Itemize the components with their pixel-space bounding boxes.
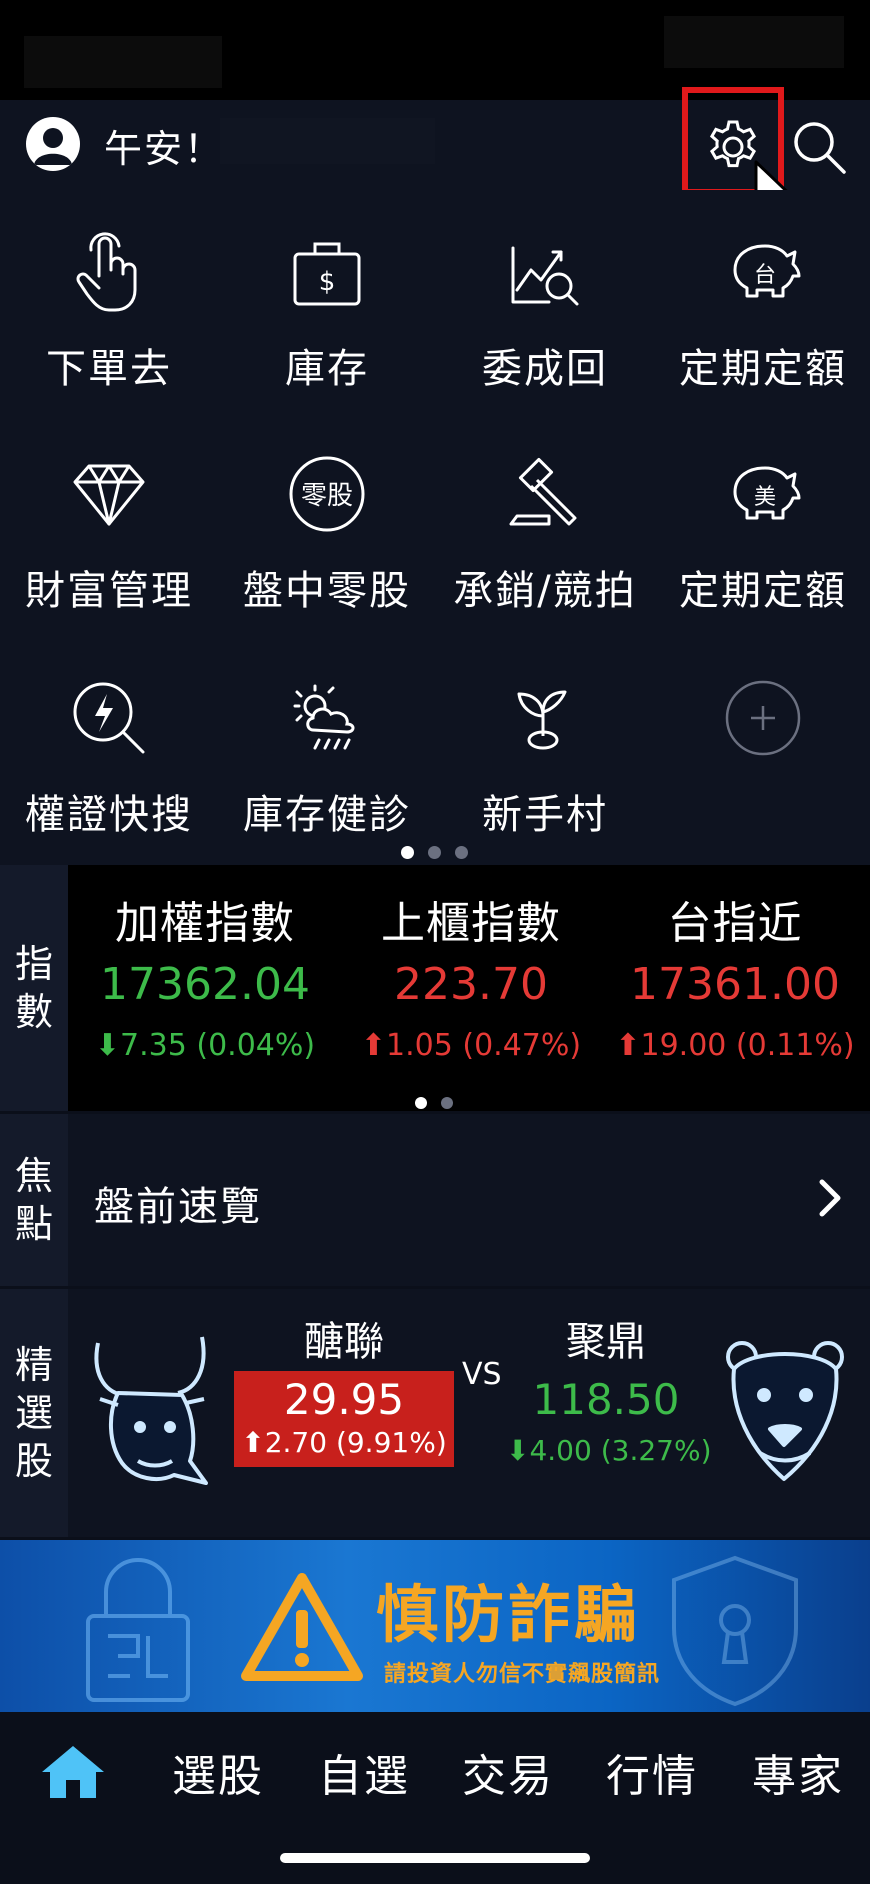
- shortcut-inventory[interactable]: $ 庫存: [218, 190, 436, 410]
- piggy-bank-tw-icon: 台: [654, 230, 870, 314]
- shortcut-label: 下單去: [46, 346, 172, 392]
- shortcut-regular-investment-us[interactable]: 美 定期定額: [654, 412, 870, 632]
- arrow-down-icon: ⬇: [506, 1434, 530, 1467]
- shortcut-grid: 下單去 $ 庫存 委成回 台 定期定額 財富管理 零股 盤中零股 承銷/競拍 美…: [0, 190, 870, 865]
- greeting-text: 午安！: [104, 127, 225, 171]
- status-bar: [0, 0, 870, 100]
- shortcut-newbie-village[interactable]: 新手村: [436, 636, 654, 856]
- chart-magnifier-icon: [436, 230, 654, 314]
- index-page-indicator: [415, 1097, 453, 1109]
- piggy-bank-us-icon: 美: [654, 452, 870, 536]
- vs-label: VS: [462, 1357, 502, 1392]
- briefcase-dollar-icon: $: [218, 230, 436, 314]
- index-section: 指 數 加權指數 17362.04 ⬇7.35 (0.04%) 上櫃指數 223…: [0, 865, 870, 1111]
- shortcut-regular-investment-tw[interactable]: 台 定期定額: [654, 190, 870, 410]
- shortcut-label: 委成回: [482, 346, 608, 392]
- bear-icon: [720, 1329, 850, 1493]
- home-indicator: [280, 1853, 590, 1863]
- focus-section[interactable]: 焦 點 盤前速覽: [0, 1114, 870, 1286]
- shortcut-orders-status[interactable]: 委成回: [436, 190, 654, 410]
- shield-keyhole-icon: [660, 1550, 810, 1712]
- section-label: 焦 點: [0, 1114, 68, 1286]
- shortcut-label: 定期定額: [679, 346, 847, 392]
- home-icon[interactable]: [38, 1742, 108, 1806]
- tap-hand-icon: [0, 230, 218, 314]
- shortcut-label: 庫存健診: [243, 792, 411, 838]
- padlock-icon: [78, 1556, 198, 1710]
- bear-stock-card[interactable]: 聚鼎 118.50 ⬇4.00 (3.27%): [506, 1309, 712, 1467]
- warning-icon: [240, 1572, 364, 1688]
- banner-subtitle: 請投資人勿信不實飆股簡訊: [384, 1662, 661, 1687]
- page-indicator: [401, 846, 468, 859]
- redacted-user-name: [220, 118, 435, 164]
- chevron-right-icon: [816, 1178, 844, 1222]
- svg-text:$: $: [319, 267, 336, 297]
- shortcut-order[interactable]: 下單去: [0, 190, 218, 410]
- shortcut-odd-lot[interactable]: 零股 盤中零股: [218, 412, 436, 632]
- shortcut-auction[interactable]: 承銷/競拍: [436, 412, 654, 632]
- arrow-up-icon: ⬆: [241, 1426, 265, 1459]
- avatar[interactable]: [26, 117, 80, 171]
- arrow-down-icon: ⬇: [94, 1028, 121, 1063]
- tab-watchlist[interactable]: 自選: [318, 1740, 410, 1804]
- weather-icon: [218, 676, 436, 760]
- shortcut-inventory-checkup[interactable]: 庫存健診: [218, 636, 436, 856]
- tab-trade[interactable]: 交易: [462, 1740, 554, 1804]
- shortcut-label: 權證快搜: [25, 792, 193, 838]
- shortcut-label: 盤中零股: [243, 568, 411, 614]
- shortcut-label: 定期定額: [679, 568, 847, 614]
- index-card-otc[interactable]: 上櫃指數 223.70 ⬆1.05 (0.47%): [336, 887, 606, 1063]
- shortcut-label: 財富管理: [25, 568, 193, 614]
- svg-text:台: 台: [754, 263, 776, 288]
- tab-experts[interactable]: 專家: [752, 1740, 844, 1804]
- featured-stocks-section[interactable]: 精 選 股 醣聯 29.95 ⬆2.70 (9.91%) VS 聚鼎 118.5…: [0, 1289, 870, 1537]
- focus-title: 盤前速覽: [94, 1184, 262, 1230]
- shortcut-wealth-management[interactable]: 財富管理: [0, 412, 218, 632]
- anti-fraud-banner[interactable]: 慎防詐騙 請投資人勿信不實飆股簡訊: [0, 1540, 870, 1712]
- diamond-icon: [0, 452, 218, 536]
- shortcut-warrant-search[interactable]: 權證快搜: [0, 636, 218, 856]
- svg-text:零股: 零股: [301, 481, 353, 511]
- bull-icon: [78, 1333, 228, 1497]
- index-card-futures[interactable]: 台指近 17361.00 ⬆19.00 (0.11%): [600, 887, 870, 1063]
- section-label: 精 選 股: [0, 1289, 68, 1537]
- bull-stock-card[interactable]: 醣聯 29.95 ⬆2.70 (9.91%): [234, 1309, 454, 1467]
- lightning-search-icon: [0, 676, 218, 760]
- auction-gavel-icon: [436, 452, 654, 536]
- arrow-up-icon: ⬆: [360, 1028, 387, 1063]
- arrow-up-icon: ⬆: [615, 1028, 641, 1063]
- banner-title: 慎防詐騙: [376, 1578, 641, 1651]
- section-label: 指 數: [0, 865, 68, 1111]
- tab-quotes[interactable]: 行情: [606, 1740, 698, 1804]
- shortcut-label: 新手村: [482, 792, 608, 838]
- redacted-status-icons: [664, 16, 844, 68]
- tab-stock-picker[interactable]: 選股: [172, 1740, 264, 1804]
- shortcut-label: 庫存: [285, 346, 369, 392]
- shortcut-label: 承銷/競拍: [453, 568, 637, 614]
- odd-lot-icon: 零股: [218, 452, 436, 536]
- shortcut-add[interactable]: [654, 636, 870, 856]
- index-card-taiex[interactable]: 加權指數 17362.04 ⬇7.35 (0.04%): [70, 887, 340, 1063]
- svg-text:美: 美: [754, 485, 776, 510]
- redacted-time: [24, 36, 222, 88]
- add-icon: [654, 676, 870, 760]
- sprout-icon: [436, 676, 654, 760]
